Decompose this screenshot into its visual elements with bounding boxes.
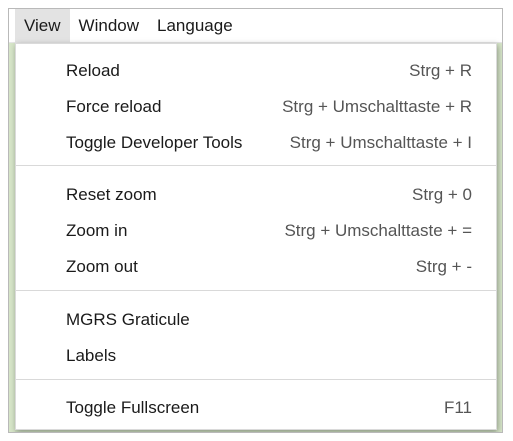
menu-separator <box>16 165 496 166</box>
menu-item-reset-zoom[interactable]: Reset zoom Strg + 0 <box>16 177 496 213</box>
menu-bar: View Window Language <box>9 9 502 43</box>
menu-item-label: Toggle Fullscreen <box>66 398 200 417</box>
menu-item-label: Reset zoom <box>66 185 157 204</box>
menu-item-shortcut: Strg + R <box>409 61 472 80</box>
menu-language[interactable]: Language <box>148 9 242 43</box>
menu-item-shortcut: Strg + Umschalttaste + R <box>282 97 472 116</box>
menu-separator <box>16 290 496 291</box>
menu-item-shortcut: Strg + - <box>415 257 472 276</box>
menu-separator <box>16 379 496 380</box>
menu-item-force-reload[interactable]: Force reload Strg + Umschalttaste + R <box>16 89 496 125</box>
menu-item-label: Toggle Developer Tools <box>66 133 243 152</box>
menu-item-label: Labels <box>66 346 117 365</box>
menu-item-toggle-developer-tools[interactable]: Toggle Developer Tools Strg + Umschaltta… <box>16 125 496 161</box>
menu-item-zoom-out[interactable]: Zoom out Strg + - <box>16 249 496 285</box>
view-menu-dropdown: Reload Strg + R Force reload Strg + Umsc… <box>15 43 497 430</box>
menu-item-labels[interactable]: Labels <box>16 338 496 374</box>
menu-item-label: Zoom in <box>66 221 128 240</box>
menu-item-toggle-fullscreen[interactable]: Toggle Fullscreen F11 <box>16 390 496 426</box>
app-window: View Window Language Reload Strg + R For… <box>8 8 503 433</box>
menu-item-zoom-in[interactable]: Zoom in Strg + Umschalttaste + = <box>16 213 496 249</box>
menu-item-label: Force reload <box>66 97 162 116</box>
menu-item-label: MGRS Graticule <box>66 310 190 329</box>
menu-item-shortcut: Strg + Umschalttaste + I <box>289 133 472 152</box>
menu-item-label: Zoom out <box>66 257 138 276</box>
menu-window[interactable]: Window <box>70 9 148 43</box>
menu-item-label: Reload <box>66 61 120 80</box>
menu-item-shortcut: F11 <box>443 398 472 417</box>
menu-item-reload[interactable]: Reload Strg + R <box>16 53 496 89</box>
menu-item-shortcut: Strg + 0 <box>411 185 472 204</box>
menu-item-shortcut: Strg + Umschalttaste + = <box>284 221 472 240</box>
menu-item-mgrs-graticule[interactable]: MGRS Graticule <box>16 302 496 338</box>
menu-view[interactable]: View <box>15 9 70 43</box>
